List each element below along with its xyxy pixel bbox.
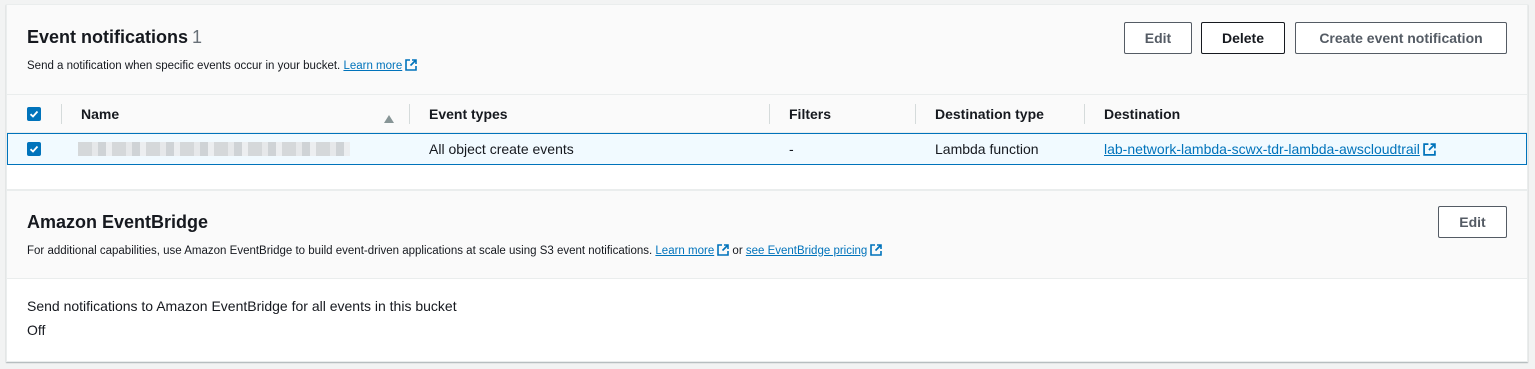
eventbridge-setting-value: Off xyxy=(27,322,46,338)
column-separator xyxy=(769,104,770,124)
cell-destination: lab-network-lambda-scwx-tdr-lambda-awscl… xyxy=(1104,134,1436,164)
table-row[interactable]: All object create events - Lambda functi… xyxy=(7,133,1527,165)
eventbridge-learn-more-link[interactable]: Learn more xyxy=(655,245,714,257)
external-link-icon xyxy=(1423,136,1436,166)
column-separator xyxy=(915,104,916,124)
external-link-icon xyxy=(717,244,730,259)
event-notifications-description: Send a notification when specific events… xyxy=(27,59,418,74)
eventbridge-title: Amazon EventBridge xyxy=(27,212,209,232)
event-notifications-title-text: Event notifications xyxy=(27,27,189,47)
select-all-checkbox[interactable] xyxy=(27,107,41,121)
learn-more-link[interactable]: Learn more xyxy=(343,60,402,72)
external-link-icon xyxy=(870,244,883,259)
column-header-event-types[interactable]: Event types xyxy=(429,95,508,133)
column-header-destination-type[interactable]: Destination type xyxy=(935,95,1044,133)
or-text: or xyxy=(732,245,743,257)
redacted-name xyxy=(78,142,350,156)
sort-ascending-icon[interactable] xyxy=(384,110,394,128)
delete-button[interactable]: Delete xyxy=(1201,22,1285,54)
edit-button[interactable]: Edit xyxy=(1124,22,1192,54)
event-notifications-header: Event notifications 1 Send a notification… xyxy=(7,5,1527,95)
eventbridge-description-text: For additional capabilities, use Amazon … xyxy=(27,245,653,257)
column-header-destination[interactable]: Destination xyxy=(1104,95,1180,133)
destination-link[interactable]: lab-network-lambda-scwx-tdr-lambda-awscl… xyxy=(1104,141,1420,157)
column-separator xyxy=(1084,104,1085,124)
create-event-notification-button[interactable]: Create event notification xyxy=(1295,22,1507,54)
eventbridge-pricing-link[interactable]: see EventBridge pricing xyxy=(746,245,867,257)
table-header: Name Event types Filters Destination typ… xyxy=(7,95,1527,133)
column-header-name[interactable]: Name xyxy=(81,95,119,133)
column-separator xyxy=(61,104,62,124)
eventbridge-setting-label: Send notifications to Amazon EventBridge… xyxy=(27,298,457,314)
row-checkbox[interactable] xyxy=(27,142,41,156)
column-header-filters[interactable]: Filters xyxy=(789,95,831,133)
event-notifications-panel: Event notifications 1 Send a notification… xyxy=(6,4,1528,190)
external-link-icon xyxy=(405,59,418,74)
eventbridge-header: Amazon EventBridge For additional capabi… xyxy=(7,191,1527,279)
cell-destination-type: Lambda function xyxy=(935,141,1039,157)
eventbridge-panel: Amazon EventBridge For additional capabi… xyxy=(6,190,1528,362)
eventbridge-description: For additional capabilities, use Amazon … xyxy=(27,244,883,259)
event-notifications-count: 1 xyxy=(192,27,203,47)
event-notifications-title: Event notifications 1 xyxy=(27,27,202,48)
eventbridge-edit-button[interactable]: Edit xyxy=(1438,206,1507,238)
event-notifications-description-text: Send a notification when specific events… xyxy=(27,60,341,72)
column-separator xyxy=(409,104,410,124)
cell-filters: - xyxy=(789,141,794,157)
cell-event-types: All object create events xyxy=(429,141,574,157)
